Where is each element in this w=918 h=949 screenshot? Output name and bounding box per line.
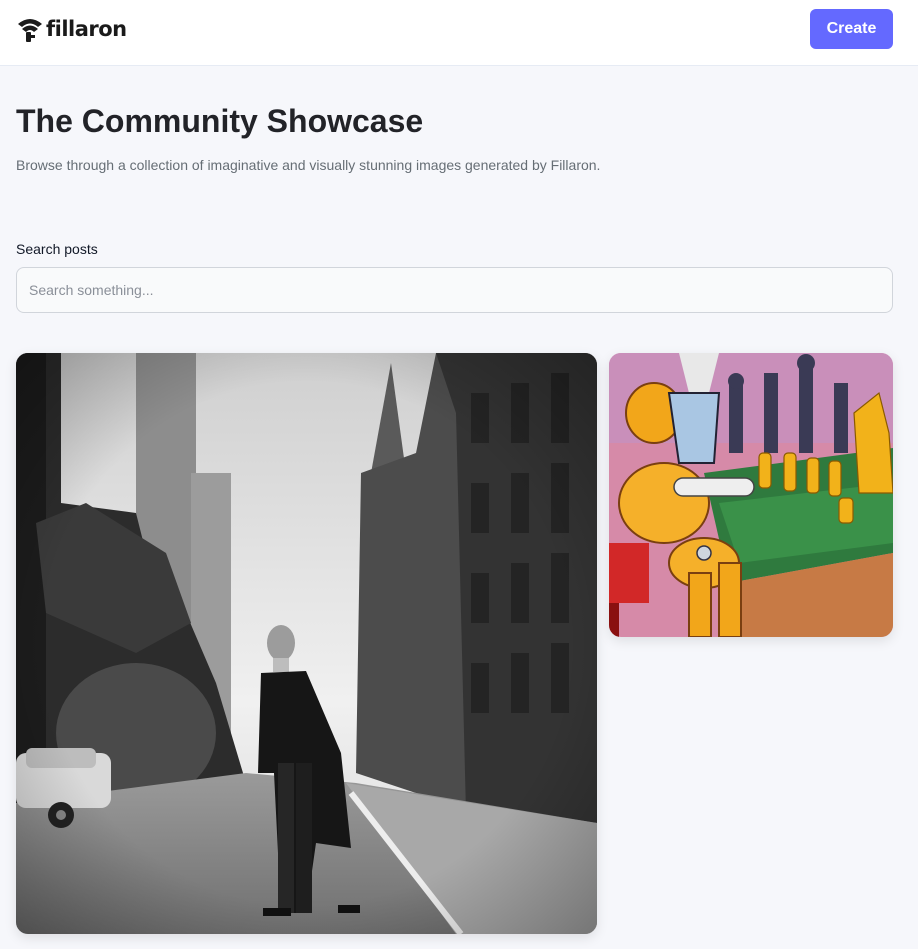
logo-text: fillaron bbox=[46, 17, 127, 41]
search-input[interactable] bbox=[16, 267, 893, 313]
post-card[interactable] bbox=[609, 353, 893, 637]
logo-wifi-icon bbox=[18, 19, 42, 42]
post-image-city-street bbox=[16, 353, 597, 934]
page-subtitle: Browse through a collection of imaginati… bbox=[16, 157, 601, 173]
search-label: Search posts bbox=[16, 241, 98, 257]
post-image-robot-chess bbox=[609, 353, 893, 637]
page-title: The Community Showcase bbox=[16, 103, 424, 139]
post-card[interactable] bbox=[16, 353, 597, 934]
fillaron-logo[interactable]: fillaron bbox=[16, 14, 127, 44]
top-nav: fillaron Create bbox=[0, 0, 918, 66]
create-button[interactable]: Create bbox=[810, 9, 893, 49]
